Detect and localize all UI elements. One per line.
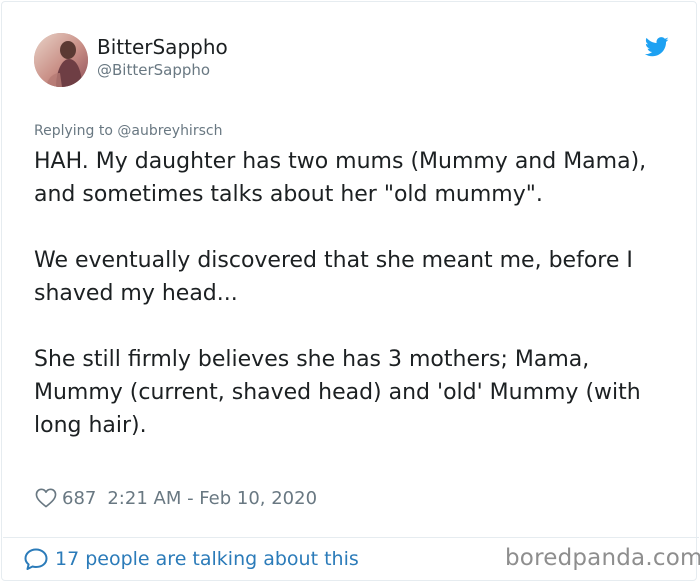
twitter-bird-icon[interactable] xyxy=(645,37,669,57)
display-name[interactable]: BitterSappho xyxy=(97,35,228,59)
like-count[interactable]: 687 xyxy=(62,488,96,509)
tweet-text: HAH. My daughter has two mums (Mummy and… xyxy=(34,145,674,442)
conversation-link-label: 17 people are talking about this xyxy=(55,548,359,570)
avatar[interactable] xyxy=(34,33,88,87)
tweet-paragraph: She still firmly believes she has 3 moth… xyxy=(34,347,641,438)
tweet-paragraph: We eventually discovered that she meant … xyxy=(34,248,633,306)
avatar-photo xyxy=(34,33,88,87)
speech-bubble-icon xyxy=(24,548,48,570)
conversation-link[interactable]: 17 people are talking about this xyxy=(24,548,359,570)
tweet-card: BitterSappho @BitterSappho Replying to @… xyxy=(1,1,699,581)
user-handle[interactable]: @BitterSappho xyxy=(97,61,210,79)
divider xyxy=(3,537,699,538)
tweet-meta: 687 2:21 AM - Feb 10, 2020 xyxy=(35,485,317,511)
tweet-paragraph: HAH. My daughter has two mums (Mummy and… xyxy=(34,149,647,207)
replying-to-link[interactable]: Replying to @aubreyhirsch xyxy=(34,123,222,139)
heart-icon[interactable] xyxy=(35,488,57,508)
watermark: boredpanda.com xyxy=(505,545,700,571)
tweet-timestamp[interactable]: 2:21 AM - Feb 10, 2020 xyxy=(107,488,317,509)
